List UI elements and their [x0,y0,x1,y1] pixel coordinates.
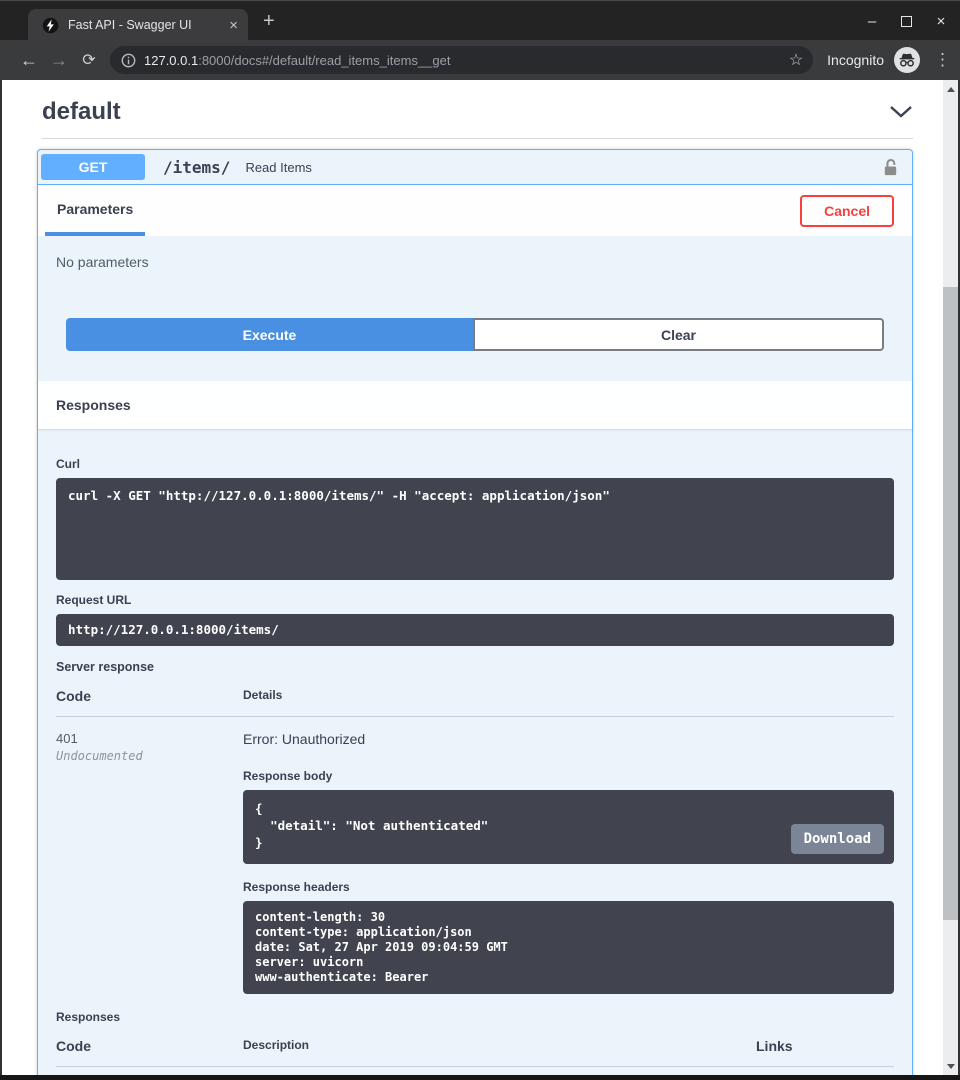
execute-row: Execute Clear [66,318,884,351]
tab-close-icon[interactable]: × [229,18,238,33]
browser-titlebar: Fast API - Swagger UI × + – × [0,0,960,40]
request-url-label: Request URL [56,593,894,607]
scroll-down-icon[interactable] [943,1059,958,1073]
operation-summary[interactable]: GET /items/ Read Items [38,150,912,185]
url-host: 127.0.0.1 [144,53,198,68]
response-body-json: { "detail": "Not authenticated" } [255,801,488,850]
details-cell: Error: Unauthorized Response body { "det… [243,731,894,994]
browser-tab[interactable]: Fast API - Swagger UI × [28,9,248,41]
server-response-label: Server response [56,660,894,674]
browser-toolbar: ← → ⟳ 127.0.0.1:8000/docs#/default/read_… [0,40,960,80]
address-bar[interactable]: 127.0.0.1:8000/docs#/default/read_items_… [110,46,813,74]
window-controls: – × [865,1,948,41]
scrollbar-thumb[interactable] [943,287,958,920]
fastapi-favicon-icon [42,17,59,34]
response-headers-block: content-length: 30 content-type: applica… [243,901,894,994]
execute-button[interactable]: Execute [66,318,473,351]
curl-command[interactable]: curl -X GET "http://127.0.0.1:8000/items… [56,478,894,580]
no-parameters-text: No parameters [56,254,894,270]
status-code-cell: 401 Undocumented [56,731,243,994]
incognito-label: Incognito [827,52,884,68]
scroll-up-icon[interactable] [943,82,958,96]
error-text: Error: Unauthorized [243,731,894,747]
bookmark-star-icon[interactable]: ☆ [789,50,803,70]
browser-viewport: default GET /items/ Read Items [0,80,960,1075]
tag-title: default [42,98,121,126]
maximize-icon[interactable] [901,16,912,27]
details-column-header: Details [243,688,894,704]
back-icon[interactable]: ← [14,50,44,71]
response-body-block: { "detail": "Not authenticated" } Downloa… [243,790,894,864]
window-bottom-edge [0,1075,960,1080]
collapse-chevron-icon[interactable] [889,105,913,119]
unlocked-padlock-icon [881,157,900,178]
page-info-icon[interactable] [121,53,136,68]
status-code: 401 [56,731,243,746]
url-text[interactable]: 127.0.0.1:8000/docs#/default/read_items_… [144,53,783,68]
description-column-header: Description [243,1038,756,1054]
new-tab-icon[interactable]: + [263,10,275,32]
response-body-label: Response body [243,769,894,783]
browser-menu-icon[interactable]: ⋮ [934,50,950,70]
parameters-body: No parameters Execute Clear [38,236,912,381]
response-headers-label: Response headers [243,880,894,894]
page-scrollbar[interactable] [943,80,958,1075]
undocumented-note: Undocumented [56,749,243,763]
tab-parameters[interactable]: Parameters [45,185,145,236]
operation-summary-text: Read Items [245,160,881,175]
download-button[interactable]: Download [791,824,884,854]
code-column-header: Code [56,1038,243,1054]
responses-body: Curl curl -X GET "http://127.0.0.1:8000/… [38,429,912,1075]
documented-response-row: 200 Successful Response No links [56,1067,894,1075]
server-response-row: 401 Undocumented Error: Unauthorized Res… [56,717,894,994]
swagger-page: default GET /items/ Read Items [2,80,943,1075]
browser-window: Fast API - Swagger UI × + – × ← → ⟳ 127.… [0,0,960,1080]
tab-title: Fast API - Swagger UI [68,18,229,32]
url-path: :8000/docs#/default/read_items_items__ge… [198,53,450,68]
operation-path: /items/ [163,158,230,177]
window-close-icon[interactable]: × [934,14,948,29]
documented-responses-table-header: Code Description Links [56,1038,894,1067]
code-column-header: Code [56,688,243,704]
reload-icon[interactable]: ⟳ [74,50,104,70]
links-column-header: Links [756,1038,894,1054]
incognito-icon [894,47,920,73]
forward-icon[interactable]: → [44,50,74,71]
tag-section-header[interactable]: default [42,98,913,139]
auth-lock-button[interactable] [881,157,900,178]
minimize-icon[interactable]: – [865,14,879,29]
documented-responses-label: Responses [56,1010,894,1024]
cancel-button[interactable]: Cancel [800,195,894,227]
http-method-badge: GET [41,154,145,180]
operation-block: GET /items/ Read Items Parameters Cance [37,149,913,1075]
curl-label: Curl [56,457,894,471]
clear-button[interactable]: Clear [473,318,884,351]
request-url-value: http://127.0.0.1:8000/items/ [56,614,894,646]
server-response-table-header: Code Details [56,688,894,717]
responses-section-header: Responses [38,381,912,429]
parameters-tab-bar: Parameters Cancel [38,185,912,236]
